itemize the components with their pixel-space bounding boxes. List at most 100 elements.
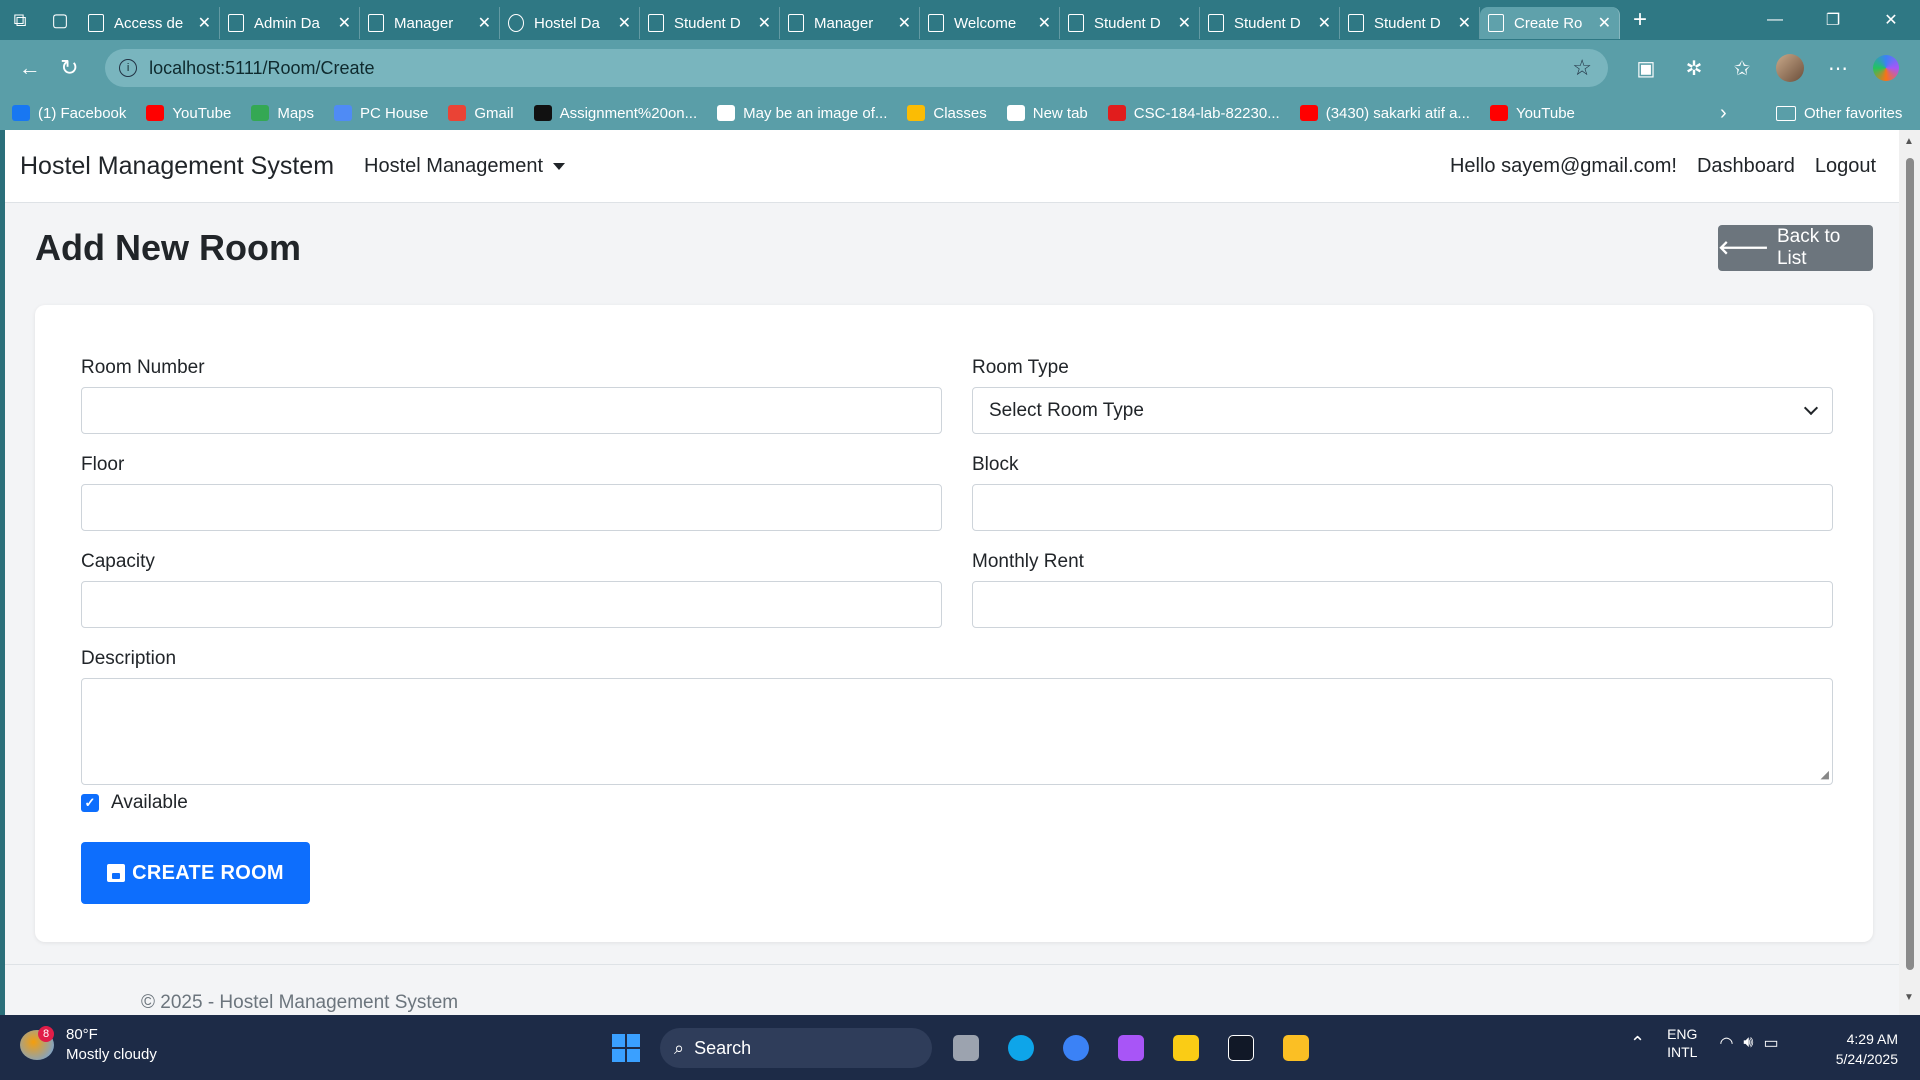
bookmark-item[interactable]: Gmail — [448, 105, 514, 122]
browser-tab[interactable]: Hostel Da ✕ — [500, 7, 640, 39]
bookmark-item[interactable]: May be an image of... — [717, 105, 887, 122]
volume-icon[interactable]: 🔊︎ — [1743, 1034, 1753, 1052]
browser-tab[interactable]: Student D ✕ — [1060, 7, 1200, 39]
user-greeting[interactable]: Hello sayem@gmail.com! — [1450, 155, 1677, 178]
dashboard-link[interactable]: Dashboard — [1697, 155, 1795, 178]
page-icon — [88, 14, 104, 32]
browser-tab[interactable]: Manager ✕ — [780, 7, 920, 39]
browser-tab[interactable]: Access de ✕ — [80, 7, 220, 39]
bookmark-item[interactable]: (1) Facebook — [12, 105, 126, 122]
resize-grip-icon[interactable]: ◢ — [1821, 768, 1829, 781]
battery-icon[interactable]: ▭ — [1764, 1033, 1779, 1053]
description-group: Description ◢ — [81, 648, 1833, 785]
more-menu-icon[interactable]: ⋯ — [1814, 48, 1862, 88]
bookmark-item[interactable]: YouTube — [146, 105, 231, 122]
workspaces-icon[interactable]: ⧉ — [0, 0, 40, 40]
close-tab-icon[interactable]: ✕ — [1038, 13, 1051, 33]
collections-icon[interactable]: ▣ — [1622, 48, 1670, 88]
back-to-list-button[interactable]: 🡐 Back to List — [1718, 225, 1873, 271]
bookmark-item[interactable]: CSC-184-lab-82230... — [1107, 105, 1280, 122]
page-scrollbar[interactable]: ▲ ▼ — [1899, 130, 1920, 1015]
favorite-star-icon[interactable]: ☆ — [1572, 55, 1592, 81]
bookmarks-overflow-icon[interactable]: › — [1720, 102, 1727, 125]
room-type-select[interactable]: Select Room Type — [972, 387, 1833, 434]
other-favorites[interactable]: Other favorites — [1776, 105, 1902, 122]
tab-label: Hostel Da — [534, 14, 600, 32]
new-tab-button[interactable]: + — [1620, 6, 1660, 34]
hostel-management-dropdown[interactable]: Hostel Management — [364, 155, 566, 178]
scroll-up-icon[interactable]: ▲ — [1904, 136, 1914, 147]
logout-link[interactable]: Logout — [1815, 155, 1876, 178]
sticky-app-icon[interactable] — [1160, 1025, 1212, 1071]
favorites-icon[interactable]: ✩ — [1718, 48, 1766, 88]
bookmark-item[interactable]: Classes — [907, 105, 987, 122]
close-window-icon[interactable]: ✕ — [1862, 0, 1920, 40]
url-text[interactable]: localhost:5111/Room/Create — [149, 58, 1572, 79]
browser-tab[interactable]: Admin Da ✕ — [220, 7, 360, 39]
edge-icon[interactable] — [995, 1025, 1047, 1071]
capacity-input[interactable] — [81, 581, 942, 628]
copilot-app-icon[interactable] — [1105, 1025, 1157, 1071]
address-bar[interactable]: i localhost:5111/Room/Create ☆ — [105, 49, 1608, 87]
weather-widget[interactable]: 8 80°F Mostly cloudy — [20, 1025, 157, 1065]
room-type-group: Room Type Select Room Type — [972, 357, 1833, 434]
bookmark-item[interactable]: YouTube — [1489, 105, 1575, 122]
close-tab-icon[interactable]: ✕ — [1458, 13, 1471, 33]
scroll-down-icon[interactable]: ▼ — [1904, 992, 1914, 1003]
wifi-icon[interactable]: ◠ — [1719, 1033, 1733, 1053]
close-tab-icon[interactable]: ✕ — [758, 13, 771, 33]
room-number-input[interactable] — [81, 387, 942, 434]
language-indicator[interactable]: ENG INTL — [1667, 1025, 1697, 1061]
windows-start-icon[interactable] — [612, 1034, 640, 1062]
restore-icon[interactable]: ❐ — [1804, 0, 1862, 40]
tray-overflow-icon[interactable]: ⌃ — [1630, 1033, 1645, 1054]
refresh-icon[interactable]: ↻ — [50, 48, 90, 88]
file-explorer-icon[interactable] — [1270, 1025, 1322, 1071]
scroll-thumb[interactable] — [1906, 158, 1914, 970]
browser-tab[interactable]: Student D ✕ — [1340, 7, 1480, 39]
back-arrow-icon[interactable]: ← — [10, 48, 50, 88]
monthly-rent-input[interactable] — [972, 581, 1833, 628]
bookmark-item[interactable]: PC House — [334, 105, 428, 122]
bookmark-item[interactable]: Assignment%20on... — [533, 105, 697, 122]
browser-tab[interactable]: Student D ✕ — [1200, 7, 1340, 39]
tab-actions-icon[interactable]: ▢ — [40, 0, 80, 40]
browser-tab[interactable]: Student D ✕ — [640, 7, 780, 39]
floor-input[interactable] — [81, 484, 942, 531]
bookmark-item[interactable]: Maps — [251, 105, 314, 122]
close-tab-icon[interactable]: ✕ — [1598, 13, 1611, 33]
bookmark-item[interactable]: New tab — [1006, 104, 1088, 122]
minimize-icon[interactable]: — — [1746, 0, 1804, 40]
close-tab-icon[interactable]: ✕ — [898, 13, 911, 33]
messenger-icon[interactable] — [1050, 1025, 1102, 1071]
close-tab-icon[interactable]: ✕ — [338, 13, 351, 33]
block-input[interactable] — [972, 484, 1833, 531]
close-tab-icon[interactable]: ✕ — [478, 13, 491, 33]
task-view-icon[interactable] — [940, 1025, 992, 1071]
available-checkbox[interactable]: ✓ — [81, 794, 99, 812]
close-tab-icon[interactable]: ✕ — [198, 13, 211, 33]
profile-avatar[interactable] — [1766, 48, 1814, 88]
clock-time: 4:29 AM — [1846, 1031, 1898, 1047]
monthly-rent-group: Monthly Rent — [972, 551, 1833, 628]
available-label[interactable]: Available — [111, 792, 188, 814]
bookmark-item[interactable]: (3430) sakarki atif a... — [1299, 105, 1470, 122]
close-tab-icon[interactable]: ✕ — [1178, 13, 1191, 33]
copilot-icon[interactable] — [1862, 48, 1910, 88]
tab-list: Access de ✕ Admin Da ✕ Manager ✕ Hostel Da ✕ Stu… — [80, 0, 1620, 40]
taskbar-search[interactable]: ⌕ Search — [660, 1028, 932, 1068]
site-info-icon[interactable]: i — [119, 59, 138, 77]
capacity-label: Capacity — [81, 551, 155, 572]
browser-tab[interactable]: Welcome ✕ — [920, 7, 1060, 39]
description-textarea[interactable]: ◢ — [81, 678, 1833, 785]
browser-tab[interactable]: Manager ✕ — [360, 7, 500, 39]
clock[interactable]: 4:29 AM 5/24/2025 — [1836, 1029, 1898, 1069]
close-tab-icon[interactable]: ✕ — [1318, 13, 1331, 33]
site-brand[interactable]: Hostel Management System — [20, 152, 334, 181]
browser-tab[interactable]: Create Ro ✕ — [1480, 7, 1620, 39]
bookmark-label: New tab — [1032, 104, 1088, 122]
terminal-app-icon[interactable] — [1215, 1025, 1267, 1071]
extensions-icon[interactable]: ✲ — [1670, 48, 1718, 88]
close-tab-icon[interactable]: ✕ — [618, 13, 631, 33]
create-room-button[interactable]: CREATE ROOM — [81, 842, 310, 904]
